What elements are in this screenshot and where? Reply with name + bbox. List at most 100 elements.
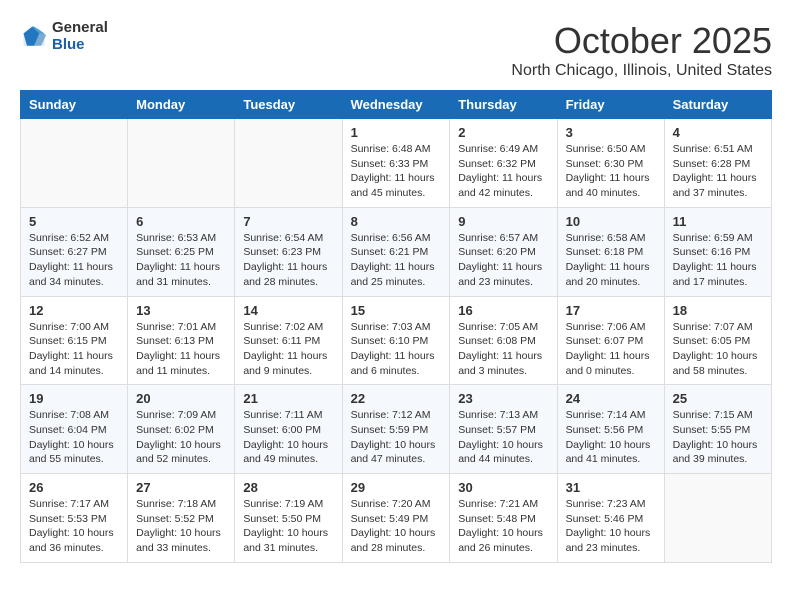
day-info: Sunrise: 7:15 AMSunset: 5:55 PMDaylight:… xyxy=(673,408,763,467)
calendar-week-row-3: 12 Sunrise: 7:00 AMSunset: 6:15 PMDayligh… xyxy=(21,296,772,385)
calendar-cell: 30 Sunrise: 7:21 AMSunset: 5:48 PMDayligh… xyxy=(450,474,557,563)
day-number: 23 xyxy=(458,391,548,406)
day-info: Sunrise: 7:02 AMSunset: 6:11 PMDaylight:… xyxy=(243,320,333,379)
calendar-cell: 15Sunrise: 7:03 AMSunset: 6:10 PMDayligh… xyxy=(342,296,450,385)
day-info: Sunrise: 7:19 AMSunset: 5:50 PMDaylight:… xyxy=(243,497,333,556)
calendar-cell: 10Sunrise: 6:58 AMSunset: 6:18 PMDayligh… xyxy=(557,207,664,296)
calendar-header-row: Sunday Monday Tuesday Wednesday Thursday… xyxy=(21,91,772,119)
day-info: Sunrise: 7:13 AMSunset: 5:57 PMDaylight:… xyxy=(458,408,548,467)
title-section: October 2025 North Chicago, Illinois, Un… xyxy=(511,20,772,80)
day-number: 5 xyxy=(29,214,119,229)
day-info: Sunrise: 7:21 AMSunset: 5:48 PMDaylight:… xyxy=(458,497,548,556)
day-info: Sunrise: 6:50 AMSunset: 6:30 PMDaylight:… xyxy=(566,142,656,201)
calendar-cell: 1Sunrise: 6:48 AMSunset: 6:33 PMDaylight… xyxy=(342,119,450,208)
day-number: 8 xyxy=(351,214,442,229)
day-number: 13 xyxy=(136,303,226,318)
header-sunday: Sunday xyxy=(21,91,128,119)
logo: General Blue xyxy=(20,20,108,53)
calendar-cell: 14 Sunrise: 7:02 AMSunset: 6:11 PMDayligh… xyxy=(235,296,342,385)
day-info: Sunrise: 7:03 AMSunset: 6:10 PMDaylight:… xyxy=(351,320,442,379)
day-info: Sunrise: 7:18 AMSunset: 5:52 PMDaylight:… xyxy=(136,497,226,556)
day-number: 30 xyxy=(458,480,548,495)
day-number: 2 xyxy=(458,125,548,140)
day-number: 24 xyxy=(566,391,656,406)
logo-text: General Blue xyxy=(52,20,108,53)
day-number: 31 xyxy=(566,480,656,495)
header-tuesday: Tuesday xyxy=(235,91,342,119)
day-number: 22 xyxy=(351,391,442,406)
calendar-cell: 8 Sunrise: 6:56 AMSunset: 6:21 PMDaylight… xyxy=(342,207,450,296)
calendar-cell: 25 Sunrise: 7:15 AMSunset: 5:55 PMDayligh… xyxy=(664,385,771,474)
logo-general-text: General xyxy=(52,20,108,37)
header: General Blue October 2025 North Chicago,… xyxy=(20,20,772,80)
day-info: Sunrise: 6:53 AMSunset: 6:25 PMDaylight:… xyxy=(136,231,226,290)
day-number: 14 xyxy=(243,303,333,318)
calendar-week-row-2: 5 Sunrise: 6:52 AMSunset: 6:27 PMDaylight… xyxy=(21,207,772,296)
day-info: Sunrise: 7:09 AMSunset: 6:02 PMDaylight:… xyxy=(136,408,226,467)
day-number: 29 xyxy=(351,480,442,495)
day-info: Sunrise: 6:57 AMSunset: 6:20 PMDaylight:… xyxy=(458,231,548,290)
day-number: 4 xyxy=(673,125,763,140)
day-info: Sunrise: 7:00 AMSunset: 6:15 PMDaylight:… xyxy=(29,320,119,379)
day-number: 12 xyxy=(29,303,119,318)
calendar-week-row-5: 26Sunrise: 7:17 AMSunset: 5:53 PMDayligh… xyxy=(21,474,772,563)
day-info: Sunrise: 7:05 AMSunset: 6:08 PMDaylight:… xyxy=(458,320,548,379)
calendar-cell: 22 Sunrise: 7:12 AMSunset: 5:59 PMDayligh… xyxy=(342,385,450,474)
day-number: 19 xyxy=(29,391,119,406)
day-info: Sunrise: 6:51 AMSunset: 6:28 PMDaylight:… xyxy=(673,142,763,201)
day-info: Sunrise: 6:54 AMSunset: 6:23 PMDaylight:… xyxy=(243,231,333,290)
calendar-cell: 24 Sunrise: 7:14 AMSunset: 5:56 PMDayligh… xyxy=(557,385,664,474)
calendar-cell: 2 Sunrise: 6:49 AMSunset: 6:32 PMDaylight… xyxy=(450,119,557,208)
calendar-cell: 7 Sunrise: 6:54 AMSunset: 6:23 PMDaylight… xyxy=(235,207,342,296)
calendar-cell: 23 Sunrise: 7:13 AMSunset: 5:57 PMDayligh… xyxy=(450,385,557,474)
calendar-cell: 28 Sunrise: 7:19 AMSunset: 5:50 PMDayligh… xyxy=(235,474,342,563)
day-info: Sunrise: 6:58 AMSunset: 6:18 PMDaylight:… xyxy=(566,231,656,290)
calendar-cell: 20 Sunrise: 7:09 AMSunset: 6:02 PMDayligh… xyxy=(128,385,235,474)
calendar-cell: 3Sunrise: 6:50 AMSunset: 6:30 PMDaylight… xyxy=(557,119,664,208)
calendar-week-row-1: 1Sunrise: 6:48 AMSunset: 6:33 PMDaylight… xyxy=(21,119,772,208)
day-number: 7 xyxy=(243,214,333,229)
logo-blue-text: Blue xyxy=(52,37,108,54)
day-info: Sunrise: 7:12 AMSunset: 5:59 PMDaylight:… xyxy=(351,408,442,467)
day-info: Sunrise: 6:49 AMSunset: 6:32 PMDaylight:… xyxy=(458,142,548,201)
day-number: 17 xyxy=(566,303,656,318)
day-info: Sunrise: 6:59 AMSunset: 6:16 PMDaylight:… xyxy=(673,231,763,290)
header-monday: Monday xyxy=(128,91,235,119)
day-info: Sunrise: 7:01 AMSunset: 6:13 PMDaylight:… xyxy=(136,320,226,379)
day-number: 28 xyxy=(243,480,333,495)
day-number: 20 xyxy=(136,391,226,406)
calendar-cell: 19 Sunrise: 7:08 AMSunset: 6:04 PMDayligh… xyxy=(21,385,128,474)
day-info: Sunrise: 7:07 AMSunset: 6:05 PMDaylight:… xyxy=(673,320,763,379)
logo-icon xyxy=(20,23,48,51)
day-number: 16 xyxy=(458,303,548,318)
calendar-cell: 11 Sunrise: 6:59 AMSunset: 6:16 PMDayligh… xyxy=(664,207,771,296)
day-number: 11 xyxy=(673,214,763,229)
calendar-cell xyxy=(664,474,771,563)
calendar-cell: 21 Sunrise: 7:11 AMSunset: 6:00 PMDayligh… xyxy=(235,385,342,474)
header-saturday: Saturday xyxy=(664,91,771,119)
day-info: Sunrise: 7:14 AMSunset: 5:56 PMDaylight:… xyxy=(566,408,656,467)
day-number: 27 xyxy=(136,480,226,495)
header-wednesday: Wednesday xyxy=(342,91,450,119)
calendar-cell: 13 Sunrise: 7:01 AMSunset: 6:13 PMDayligh… xyxy=(128,296,235,385)
day-info: Sunrise: 6:56 AMSunset: 6:21 PMDaylight:… xyxy=(351,231,442,290)
calendar-cell: 18 Sunrise: 7:07 AMSunset: 6:05 PMDayligh… xyxy=(664,296,771,385)
calendar-cell: 17 Sunrise: 7:06 AMSunset: 6:07 PMDayligh… xyxy=(557,296,664,385)
day-info: Sunrise: 7:08 AMSunset: 6:04 PMDaylight:… xyxy=(29,408,119,467)
day-info: Sunrise: 7:06 AMSunset: 6:07 PMDaylight:… xyxy=(566,320,656,379)
calendar-cell: 31 Sunrise: 7:23 AMSunset: 5:46 PMDayligh… xyxy=(557,474,664,563)
day-info: Sunrise: 7:23 AMSunset: 5:46 PMDaylight:… xyxy=(566,497,656,556)
day-number: 25 xyxy=(673,391,763,406)
calendar-cell: 16 Sunrise: 7:05 AMSunset: 6:08 PMDayligh… xyxy=(450,296,557,385)
day-number: 9 xyxy=(458,214,548,229)
calendar-cell: 4 Sunrise: 6:51 AMSunset: 6:28 PMDaylight… xyxy=(664,119,771,208)
calendar-cell: 12 Sunrise: 7:00 AMSunset: 6:15 PMDayligh… xyxy=(21,296,128,385)
header-thursday: Thursday xyxy=(450,91,557,119)
day-info: Sunrise: 7:20 AMSunset: 5:49 PMDaylight:… xyxy=(351,497,442,556)
day-info: Sunrise: 6:52 AMSunset: 6:27 PMDaylight:… xyxy=(29,231,119,290)
day-info: Sunrise: 7:11 AMSunset: 6:00 PMDaylight:… xyxy=(243,408,333,467)
calendar-cell: 9 Sunrise: 6:57 AMSunset: 6:20 PMDaylight… xyxy=(450,207,557,296)
day-number: 21 xyxy=(243,391,333,406)
day-number: 18 xyxy=(673,303,763,318)
calendar-cell xyxy=(21,119,128,208)
